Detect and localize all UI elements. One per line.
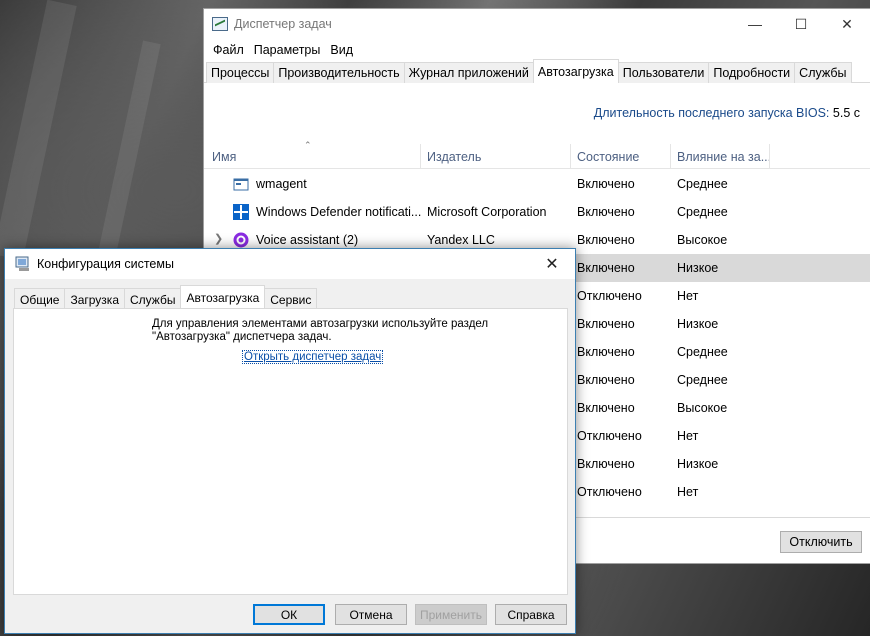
close-icon[interactable]: ✕: [824, 9, 870, 39]
tab-services[interactable]: Службы: [794, 62, 852, 83]
row-name: Windows Defender notificati...: [256, 205, 422, 219]
window-title: Диспетчер задач: [234, 17, 332, 31]
column-divider[interactable]: [769, 144, 770, 168]
row-publisher: Microsoft Corporation: [427, 205, 547, 219]
defender-shield-icon: [233, 204, 249, 220]
startup-message: Для управления элементами автозагрузки и…: [152, 318, 488, 344]
msconfig-icon: [15, 256, 29, 271]
message-line: Для управления элементами автозагрузки и…: [152, 318, 489, 330]
menu-view[interactable]: Вид: [325, 43, 358, 57]
cancel-button[interactable]: Отмена: [335, 604, 407, 625]
maximize-icon[interactable]: ☐: [778, 9, 824, 39]
row-status: Включено: [577, 233, 635, 247]
chevron-right-icon[interactable]: ❯: [214, 232, 223, 245]
row-status: Включено: [577, 457, 635, 471]
menu-file[interactable]: Файл: [208, 43, 249, 57]
tab-details[interactable]: Подробности: [708, 62, 796, 83]
row-status: Включено: [577, 177, 635, 191]
row-publisher: Yandex LLC: [427, 233, 495, 247]
msconfig-dialog: Конфигурация системы ✕ Общие Загрузка Сл…: [4, 248, 576, 634]
column-status[interactable]: Состояние: [577, 150, 639, 164]
row-impact: Низкое: [677, 261, 719, 275]
tab-performance[interactable]: Производительность: [273, 62, 405, 83]
row-status: Включено: [577, 205, 635, 219]
table-row[interactable]: wmagent Включено Среднее: [204, 170, 870, 198]
row-status: Включено: [577, 345, 635, 359]
menu-options[interactable]: Параметры: [249, 43, 326, 57]
bios-time: Длительность последнего запуска BIOS: 5.…: [594, 106, 860, 120]
row-status: Отключено: [577, 289, 642, 303]
disable-button[interactable]: Отключить: [780, 531, 862, 553]
row-impact: Нет: [677, 485, 699, 499]
desktop-background: [97, 40, 161, 260]
row-impact: Нет: [677, 429, 699, 443]
tab-processes[interactable]: Процессы: [206, 62, 275, 83]
row-name: Voice assistant (2): [256, 233, 359, 247]
tab-strip: Процессы Производительность Журнал прило…: [204, 59, 870, 83]
tab-services[interactable]: Службы: [124, 288, 182, 308]
tab-tools[interactable]: Сервис: [264, 288, 318, 308]
row-impact: Низкое: [677, 317, 719, 331]
startup-panel: Для управления элементами автозагрузки и…: [13, 308, 568, 595]
row-impact: Среднее: [677, 345, 728, 359]
desktop-background: [0, 0, 77, 261]
dialog-title: Конфигурация системы: [37, 257, 174, 271]
row-impact: Среднее: [677, 373, 728, 387]
row-impact: Среднее: [677, 177, 728, 191]
tab-startup[interactable]: Автозагрузка: [532, 59, 619, 83]
minimize-icon[interactable]: —: [732, 9, 778, 39]
row-impact: Среднее: [677, 205, 728, 219]
msconfig-titlebar[interactable]: Конфигурация системы ✕: [5, 249, 575, 279]
row-impact: Низкое: [677, 457, 719, 471]
column-divider[interactable]: [420, 144, 421, 168]
table-row[interactable]: Windows Defender notificati... Microsoft…: [204, 198, 870, 226]
ok-button[interactable]: ОК: [253, 604, 325, 625]
tab-app-history[interactable]: Журнал приложений: [403, 62, 534, 83]
column-name[interactable]: Имя: [212, 150, 236, 164]
open-task-manager-link[interactable]: Открыть диспетчер задач: [242, 350, 384, 364]
column-publisher[interactable]: Издатель: [427, 150, 481, 164]
row-status: Отключено: [577, 429, 642, 443]
row-status: Включено: [577, 373, 635, 387]
message-line: "Автозагрузка" диспетчера задач.: [152, 331, 332, 343]
column-impact[interactable]: Влияние на за...: [677, 150, 771, 164]
row-impact: Нет: [677, 289, 699, 303]
row-name: wmagent: [256, 177, 307, 191]
bios-time-value: 5.5 с: [832, 106, 860, 120]
row-status: Включено: [577, 261, 635, 275]
tab-boot[interactable]: Загрузка: [64, 288, 125, 308]
window-app-icon: [233, 178, 249, 191]
column-divider[interactable]: [570, 144, 571, 168]
apply-button[interactable]: Применить: [415, 604, 487, 625]
row-impact: Высокое: [677, 401, 728, 415]
alice-icon: [233, 232, 249, 248]
column-headers: ⌃ Имя Издатель Состояние Влияние на за..…: [204, 140, 870, 169]
task-manager-icon: [212, 17, 228, 31]
row-status: Включено: [577, 401, 635, 415]
row-status: Отключено: [577, 485, 642, 499]
menu-bar: Файл Параметры Вид: [204, 39, 870, 61]
help-button[interactable]: Справка: [495, 604, 567, 625]
close-icon[interactable]: ✕: [529, 249, 575, 279]
tab-startup[interactable]: Автозагрузка: [180, 285, 266, 308]
dialog-tab-strip: Общие Загрузка Службы Автозагрузка Серви…: [14, 285, 318, 308]
sort-up-icon: ⌃: [304, 140, 312, 150]
row-impact: Высокое: [677, 233, 728, 247]
tab-users[interactable]: Пользователи: [617, 62, 710, 83]
tab-general[interactable]: Общие: [14, 288, 66, 308]
column-divider[interactable]: [670, 144, 671, 168]
bios-time-label: Длительность последнего запуска BIOS:: [593, 106, 830, 120]
row-status: Включено: [577, 317, 635, 331]
